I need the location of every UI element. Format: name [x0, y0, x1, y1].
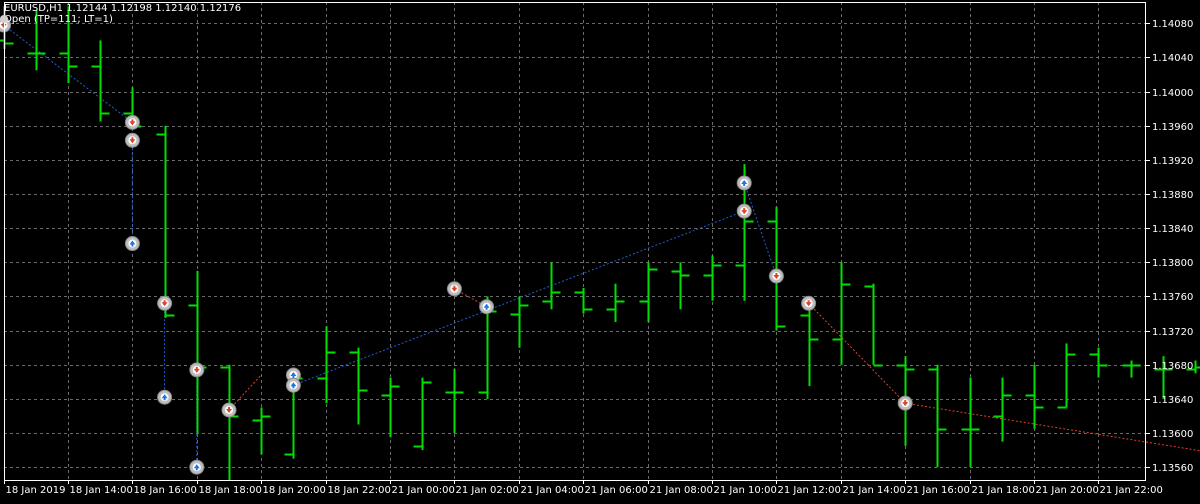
ohlc-bar[interactable]: [1026, 365, 1044, 429]
plot-frame: [5, 3, 1146, 481]
ohlc-bar[interactable]: [511, 296, 529, 347]
ohlc-bar[interactable]: [929, 365, 947, 467]
y-tick-label: 1.13680: [1152, 361, 1193, 372]
y-tick-label: 1.13960: [1152, 122, 1193, 133]
x-tick-label: 21 Jan 10:00: [714, 485, 777, 496]
chart-canvas[interactable]: 1.14080 1.14040 1.14000 1.13960 1.13920 1.138…: [0, 0, 1200, 500]
buy-marker[interactable]: [286, 378, 300, 392]
corner-marker: [0, 15, 8, 23]
ohlc-bar[interactable]: [575, 288, 593, 314]
sell-marker[interactable]: [898, 396, 912, 410]
ohlc-bar-layer: [0, 6, 1200, 480]
ohlc-bar[interactable]: [1123, 361, 1141, 378]
x-tick-label: 18 Jan 2019: [6, 485, 66, 496]
ohlc-bar[interactable]: [318, 326, 336, 403]
trade-path-line: [809, 303, 906, 403]
y-tick-label: 1.13720: [1152, 327, 1193, 338]
ohlc-bar[interactable]: [962, 378, 980, 468]
x-tick-label: 21 Jan 00:00: [392, 485, 455, 496]
sell-marker[interactable]: [737, 204, 751, 218]
x-tick-label: 21 Jan 18:00: [972, 485, 1035, 496]
ohlc-bar[interactable]: [994, 378, 1012, 442]
grid-layer: [4, 2, 1146, 480]
buy-marker[interactable]: [158, 390, 172, 404]
ohlc-bar[interactable]: [1090, 348, 1108, 378]
y-tick-label: 1.13800: [1152, 258, 1193, 269]
x-tick-label: 18 Jan 22:00: [328, 485, 391, 496]
y-tick-label: 1.13560: [1152, 463, 1193, 474]
trade-marker-layer: [0, 18, 912, 474]
axis-layer: 1.14080 1.14040 1.14000 1.13960 1.13920 1.138…: [5, 3, 1194, 497]
ohlc-bar[interactable]: [607, 284, 625, 322]
x-tick-label: 18 Jan 18:00: [199, 485, 262, 496]
ohlc-bar[interactable]: [157, 126, 175, 318]
sell-marker[interactable]: [447, 282, 461, 296]
x-tick-label: 21 Jan 06:00: [585, 485, 648, 496]
ohlc-bar[interactable]: [543, 262, 561, 309]
x-tick-label: 21 Jan 22:00: [1100, 485, 1163, 496]
ohlc-bar[interactable]: [382, 378, 400, 438]
x-tick-label: 21 Jan 08:00: [650, 485, 713, 496]
y-tick-label: 1.14080: [1152, 19, 1193, 30]
y-tick-label: 1.13920: [1152, 156, 1193, 167]
sell-marker[interactable]: [125, 115, 139, 129]
x-tick-label: 21 Jan 12:00: [778, 485, 841, 496]
x-tick-label: 21 Jan 20:00: [1036, 485, 1099, 496]
sell-marker[interactable]: [769, 269, 783, 283]
y-tick-label: 1.13760: [1152, 292, 1193, 303]
price-chart[interactable]: 1.14080 1.14040 1.14000 1.13960 1.13920 1.138…: [0, 0, 1200, 500]
trade-path-layer: [4, 25, 1200, 467]
buy-marker[interactable]: [737, 176, 751, 190]
ohlc-bar[interactable]: [221, 365, 239, 480]
sell-marker[interactable]: [190, 363, 204, 377]
ohlc-bar[interactable]: [640, 262, 658, 322]
ohlc-bar[interactable]: [189, 271, 207, 433]
sell-marker[interactable]: [222, 403, 236, 417]
ohlc-bar[interactable]: [253, 407, 271, 454]
ohlc-bar[interactable]: [833, 262, 851, 364]
ohlc-bar[interactable]: [350, 348, 368, 425]
y-tick-label: 1.13880: [1152, 190, 1193, 201]
buy-marker[interactable]: [480, 300, 494, 314]
y-tick-label: 1.13840: [1152, 224, 1193, 235]
ohlc-bar[interactable]: [672, 262, 690, 309]
x-tick-label: 21 Jan 16:00: [907, 485, 970, 496]
sell-marker[interactable]: [158, 296, 172, 310]
x-tick-label: 18 Jan 16:00: [134, 485, 197, 496]
sell-marker[interactable]: [802, 296, 816, 310]
ohlc-bar[interactable]: [865, 284, 883, 366]
ohlc-bar[interactable]: [92, 40, 110, 121]
indicator-label: Open (TP=111; LT=1): [4, 14, 113, 26]
x-tick-label: 21 Jan 04:00: [521, 485, 584, 496]
buy-marker[interactable]: [125, 237, 139, 251]
ohlc-bar[interactable]: [446, 369, 464, 433]
x-tick-label: 21 Jan 02:00: [456, 485, 519, 496]
y-tick-label: 1.14040: [1152, 53, 1193, 64]
y-tick-label: 1.13600: [1152, 429, 1193, 440]
ohlc-bar[interactable]: [1058, 343, 1076, 407]
sell-marker[interactable]: [125, 133, 139, 147]
x-tick-label: 21 Jan 14:00: [843, 485, 906, 496]
x-tick-label: 18 Jan 14:00: [70, 485, 133, 496]
x-tick-label: 18 Jan 20:00: [263, 485, 326, 496]
y-tick-label: 1.13640: [1152, 395, 1193, 406]
y-tick-label: 1.14000: [1152, 88, 1193, 99]
buy-marker[interactable]: [190, 460, 204, 474]
ohlc-bar[interactable]: [414, 378, 432, 451]
